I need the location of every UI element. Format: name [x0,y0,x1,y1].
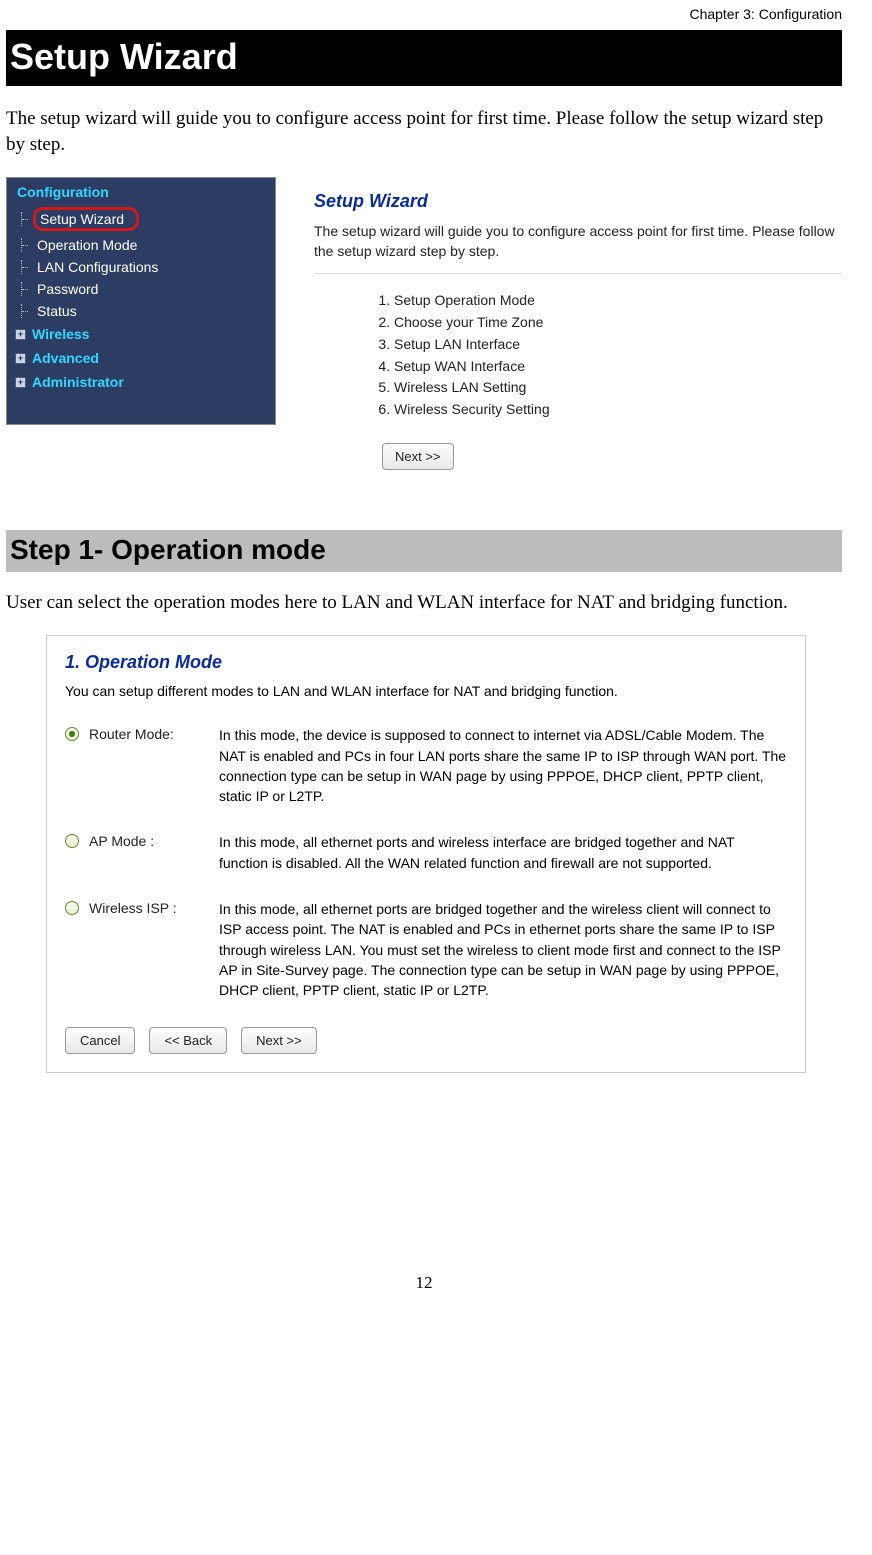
radio-router-mode[interactable] [65,727,79,741]
page-title: Setup Wizard [6,30,842,86]
mode-label: AP Mode : [89,832,209,849]
next-button[interactable]: Next >> [241,1027,317,1054]
chapter-label: Chapter 3: Configuration [6,6,842,22]
sidebar-group-label: Wireless [32,326,89,342]
sidebar-item-label: Operation Mode [37,237,137,253]
screenshot-setup-wizard: Configuration Setup Wizard Operation Mod… [6,177,842,469]
wizard-steps-list: Setup Operation Mode Choose your Time Zo… [394,290,842,420]
sidebar-item-operation-mode[interactable]: Operation Mode [7,234,275,256]
mode-row-wisp: Wireless ISP : In this mode, all etherne… [65,899,787,1000]
wizard-step: Setup Operation Mode [394,290,842,312]
sidebar-group-administrator[interactable]: + Administrator [7,370,275,394]
sidebar-group-configuration[interactable]: Configuration [7,180,275,204]
wizard-step: Wireless Security Setting [394,399,842,421]
sidebar-item-password[interactable]: Password [7,278,275,300]
operation-mode-desc: You can setup different modes to LAN and… [65,683,787,699]
button-row: Cancel << Back Next >> [65,1027,787,1054]
sidebar-item-status[interactable]: Status [7,300,275,322]
step1-heading: Step 1- Operation mode [6,530,842,572]
back-button[interactable]: << Back [149,1027,227,1054]
expand-icon[interactable]: + [15,377,26,388]
config-sidebar: Configuration Setup Wizard Operation Mod… [6,177,276,425]
mode-description: In this mode, all ethernet ports are bri… [219,899,787,1000]
mode-label: Router Mode: [89,725,209,742]
sidebar-group-label: Advanced [32,350,99,366]
mode-description: In this mode, all ethernet ports and wir… [219,832,787,873]
divider [314,273,842,274]
cancel-button[interactable]: Cancel [65,1027,135,1054]
tree-branch-icon [21,238,31,252]
wizard-step: Wireless LAN Setting [394,377,842,399]
expand-icon[interactable]: + [15,353,26,364]
sidebar-group-advanced[interactable]: + Advanced [7,346,275,370]
sidebar-group-wireless[interactable]: + Wireless [7,322,275,346]
tree-branch-icon [21,212,31,226]
operation-mode-title: 1. Operation Mode [65,652,787,673]
panel-description: The setup wizard will guide you to confi… [314,222,842,261]
sidebar-item-label: Password [37,281,98,297]
step1-intro: User can select the operation modes here… [6,590,842,616]
intro-text: The setup wizard will guide you to confi… [6,106,842,157]
wizard-step: Setup LAN Interface [394,334,842,356]
sidebar-item-label: Status [37,303,77,319]
wizard-step: Setup WAN Interface [394,356,842,378]
mode-row-ap: AP Mode : In this mode, all ethernet por… [65,832,787,873]
tree-branch-icon [21,304,31,318]
setup-wizard-panel: Setup Wizard The setup wizard will guide… [314,177,842,469]
sidebar-item-lan-config[interactable]: LAN Configurations [7,256,275,278]
expand-icon[interactable]: + [15,329,26,340]
mode-label: Wireless ISP : [89,899,209,916]
sidebar-item-label: Setup Wizard [40,211,124,227]
wizard-step: Choose your Time Zone [394,312,842,334]
tree-branch-icon [21,282,31,296]
radio-wireless-isp[interactable] [65,901,79,915]
sidebar-item-setup-wizard[interactable]: Setup Wizard [7,204,275,234]
panel-title: Setup Wizard [314,191,842,212]
screenshot-operation-mode: 1. Operation Mode You can setup differen… [46,635,806,1072]
sidebar-item-highlight: Setup Wizard [33,207,139,231]
sidebar-group-label: Administrator [32,374,124,390]
sidebar-item-label: LAN Configurations [37,259,158,275]
radio-ap-mode[interactable] [65,834,79,848]
page-number: 12 [6,1273,842,1293]
next-button[interactable]: Next >> [382,443,454,470]
tree-branch-icon [21,260,31,274]
mode-description: In this mode, the device is supposed to … [219,725,787,806]
mode-row-router: Router Mode: In this mode, the device is… [65,725,787,806]
